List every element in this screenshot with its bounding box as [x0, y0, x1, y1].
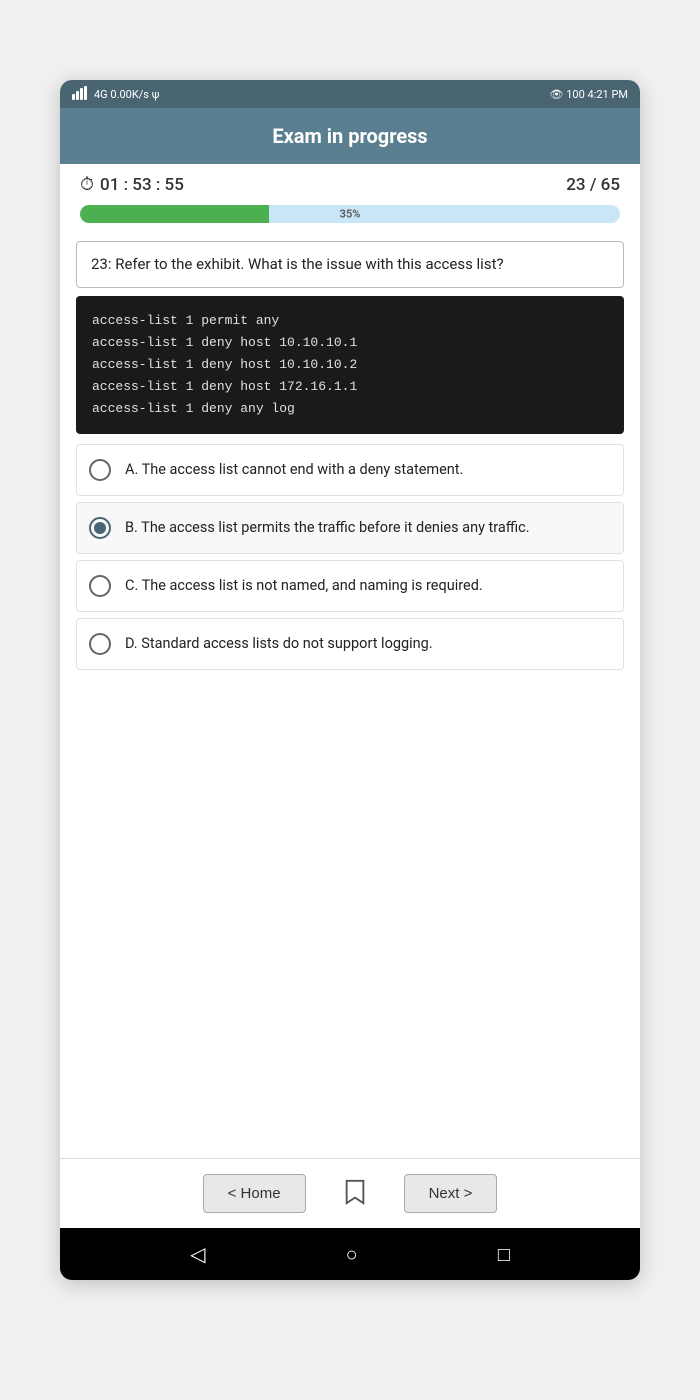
code-line-5: access-list 1 deny any log — [92, 398, 608, 420]
bookmark-button[interactable] — [336, 1171, 374, 1216]
network-speed: 4G 0.00K/s ψ — [94, 88, 159, 101]
radio-c — [89, 575, 111, 597]
radio-d — [89, 633, 111, 655]
answer-option-d[interactable]: D. Standard access lists do not support … — [76, 618, 624, 670]
answer-text-a: A. The access list cannot end with a den… — [125, 460, 463, 480]
answer-option-b[interactable]: B. The access list permits the traffic b… — [76, 502, 624, 554]
progress-fill — [80, 205, 269, 223]
status-bar: 4G 0.00K/s ψ 👁 100 4:21 PM — [60, 80, 640, 108]
answer-options: A. The access list cannot end with a den… — [76, 444, 624, 670]
status-right: 👁 100 4:21 PM — [550, 88, 628, 101]
exam-header: Exam in progress — [60, 108, 640, 164]
timer-row: ⏱ 01 : 53 : 55 23 / 65 — [60, 164, 640, 205]
bookmark-icon — [344, 1179, 366, 1205]
question-text: 23: Refer to the exhibit. What is the is… — [91, 255, 504, 273]
timer-icon: ⏱ — [80, 174, 94, 195]
code-line-3: access-list 1 deny host 10.10.10.2 — [92, 354, 608, 376]
code-line-1: access-list 1 permit any — [92, 310, 608, 332]
answer-option-a[interactable]: A. The access list cannot end with a den… — [76, 444, 624, 496]
back-button[interactable]: ◁ — [190, 1242, 205, 1266]
answer-text-c: C. The access list is not named, and nam… — [125, 576, 483, 596]
progress-bar-container: 35% — [80, 205, 620, 223]
question-count: 23 / 65 — [566, 175, 620, 195]
signal-icon — [72, 86, 90, 103]
question-box: 23: Refer to the exhibit. What is the is… — [76, 241, 624, 288]
code-line-4: access-list 1 deny host 172.16.1.1 — [92, 376, 608, 398]
radio-a — [89, 459, 111, 481]
radio-b — [89, 517, 111, 539]
answer-option-c[interactable]: C. The access list is not named, and nam… — [76, 560, 624, 612]
status-icons: 👁 100 4:21 PM — [550, 88, 628, 101]
timer-left: ⏱ 01 : 53 : 55 — [80, 174, 184, 195]
bottom-nav: < Home Next > — [60, 1158, 640, 1228]
next-button[interactable]: Next > — [404, 1174, 498, 1213]
exam-title: Exam in progress — [272, 124, 427, 148]
android-nav-bar: ◁ ○ □ — [60, 1228, 640, 1280]
answer-text-d: D. Standard access lists do not support … — [125, 634, 433, 654]
home-android-button[interactable]: ○ — [346, 1242, 358, 1267]
timer-value: 01 : 53 : 55 — [100, 175, 184, 195]
radio-inner-b — [94, 522, 106, 534]
home-button[interactable]: < Home — [203, 1174, 306, 1213]
status-left: 4G 0.00K/s ψ — [72, 86, 159, 103]
answer-text-b: B. The access list permits the traffic b… — [125, 518, 530, 538]
progress-label: 35% — [340, 208, 361, 221]
code-line-2: access-list 1 deny host 10.10.10.1 — [92, 332, 608, 354]
recents-button[interactable]: □ — [498, 1242, 510, 1267]
code-block: access-list 1 permit any access-list 1 d… — [76, 296, 624, 434]
